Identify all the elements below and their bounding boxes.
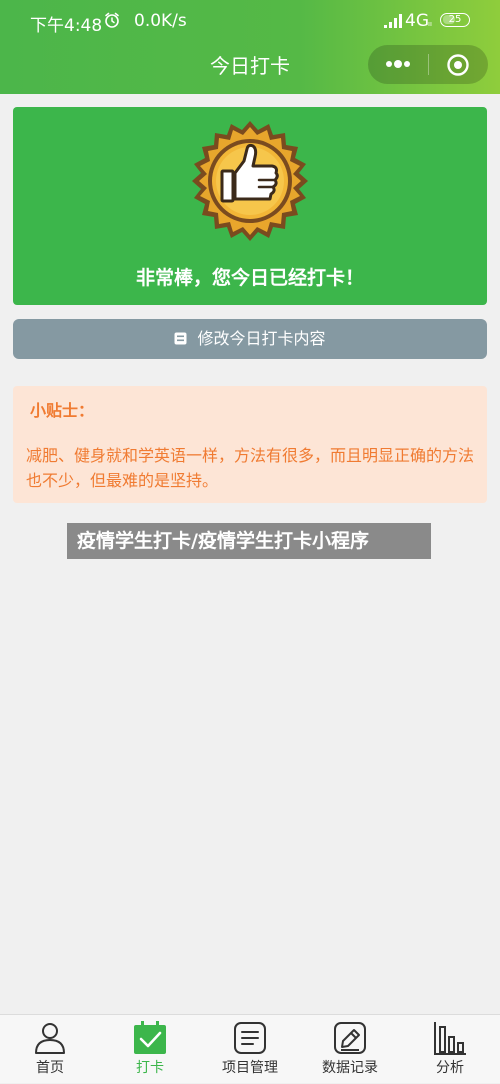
edit-checkin-button[interactable]: 修改今日打卡内容	[13, 319, 487, 359]
list-icon	[234, 1022, 266, 1054]
tab-label-home: 首页	[36, 1060, 64, 1076]
tab-label-analysis: 分析	[436, 1060, 464, 1076]
battery-icon: 25	[440, 13, 470, 27]
user-icon	[35, 1023, 65, 1054]
signal-icon	[384, 14, 402, 28]
capsule-divider	[428, 54, 429, 75]
tips-body: 减肥、健身就和学英语一样，方法有很多，而且明显正确的方法也不少，但最难的是坚持。	[26, 446, 475, 490]
tab-data-records[interactable]: 数据记录	[300, 1015, 400, 1084]
bar-chart-icon	[434, 1022, 466, 1055]
close-target-icon[interactable]	[446, 53, 470, 77]
battery-level: 25	[448, 14, 462, 25]
tab-analysis[interactable]: 分析	[400, 1015, 500, 1084]
tab-home[interactable]: 首页	[0, 1015, 100, 1084]
status-bar: 下午4:48 0.0K/s 4G ıı 25	[0, 0, 500, 44]
mini-program-capsule	[368, 45, 488, 84]
tab-label-project-management: 项目管理	[222, 1060, 278, 1076]
tab-bar: 首页 打卡 项目管理 数据记录 分析	[0, 1014, 500, 1083]
tab-label-checkin: 打卡	[136, 1060, 164, 1076]
status-time: 下午4:48	[30, 16, 103, 36]
tab-label-data-records: 数据记录	[322, 1060, 378, 1076]
checkin-icon	[134, 1021, 166, 1054]
status-network: 4G	[405, 11, 429, 31]
status-speed: 0.0K/s	[134, 11, 187, 31]
edit-icon	[174, 332, 187, 345]
alarm-icon	[105, 12, 119, 28]
tab-project-management[interactable]: 项目管理	[200, 1015, 300, 1084]
edit-checkin-label: 修改今日打卡内容	[197, 329, 326, 348]
thumbs-up-badge-icon	[192, 121, 308, 241]
tips-card: 小贴士： 减肥、健身就和学英语一样，方法有很多，而且明显正确的方法也不少，但最难…	[13, 386, 487, 503]
pencil-record-icon	[334, 1022, 366, 1054]
tips-title: 小贴士：	[30, 401, 95, 420]
checkin-success-banner: 非常棒，您今日已经打卡！	[13, 107, 487, 305]
more-icon[interactable]	[384, 57, 412, 71]
watermark-caption: 疫情学生打卡/疫情学生打卡小程序	[67, 523, 431, 559]
tab-checkin[interactable]: 打卡	[100, 1015, 200, 1084]
checkin-success-message: 非常棒，您今日已经打卡！	[135, 267, 364, 289]
status-network-sub: ıı	[428, 20, 432, 28]
edit-checkin-button-content: 修改今日打卡内容	[13, 329, 487, 349]
header: 下午4:48 0.0K/s 4G ıı 25 今日打卡	[0, 0, 500, 94]
